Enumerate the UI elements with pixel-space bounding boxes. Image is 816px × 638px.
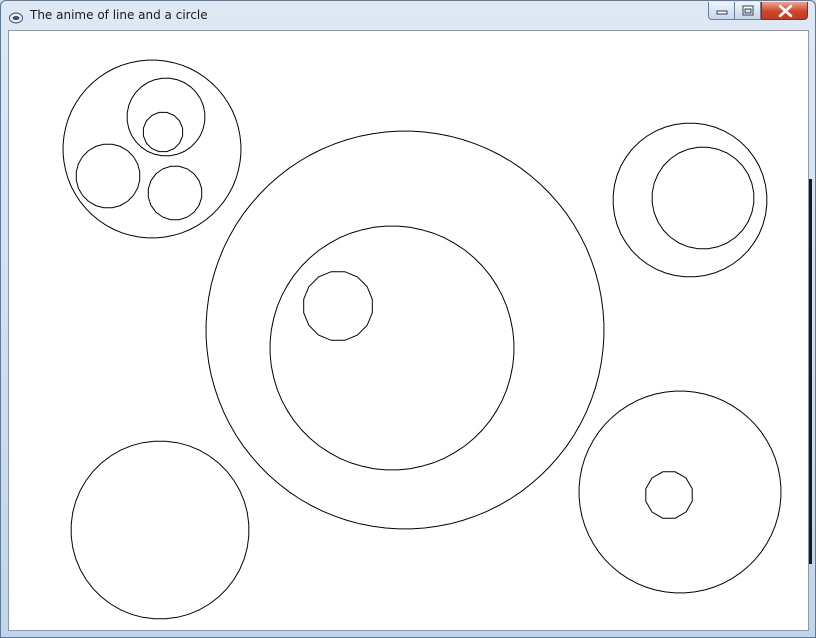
circle-outline bbox=[75, 143, 141, 209]
application-icon[interactable] bbox=[9, 9, 23, 24]
window-title: The anime of line and a circle bbox=[30, 8, 208, 22]
circle-outline bbox=[651, 146, 755, 250]
window-edge-shadow bbox=[809, 179, 812, 564]
circle-outline bbox=[269, 225, 515, 471]
close-button[interactable] bbox=[761, 2, 808, 20]
minimize-button[interactable] bbox=[708, 2, 735, 20]
circle-outline bbox=[303, 271, 373, 341]
minimize-icon bbox=[716, 10, 728, 15]
circle-outline bbox=[142, 111, 184, 153]
circle-outline bbox=[612, 122, 768, 278]
title-bar[interactable]: The anime of line and a circle bbox=[1, 1, 815, 30]
circle-outline bbox=[578, 390, 782, 594]
circle-outline bbox=[70, 440, 250, 620]
drawing-canvas[interactable] bbox=[8, 30, 809, 631]
close-icon bbox=[778, 4, 793, 18]
maximize-icon bbox=[742, 5, 754, 16]
app-window: The anime of line and a circle bbox=[0, 0, 816, 638]
window-bottom-border bbox=[1, 631, 815, 638]
circle-outline bbox=[645, 471, 693, 519]
circles-drawing bbox=[62, 59, 782, 620]
circle-outline bbox=[126, 77, 206, 157]
maximize-button[interactable] bbox=[735, 2, 761, 20]
circle-outline bbox=[147, 165, 203, 221]
